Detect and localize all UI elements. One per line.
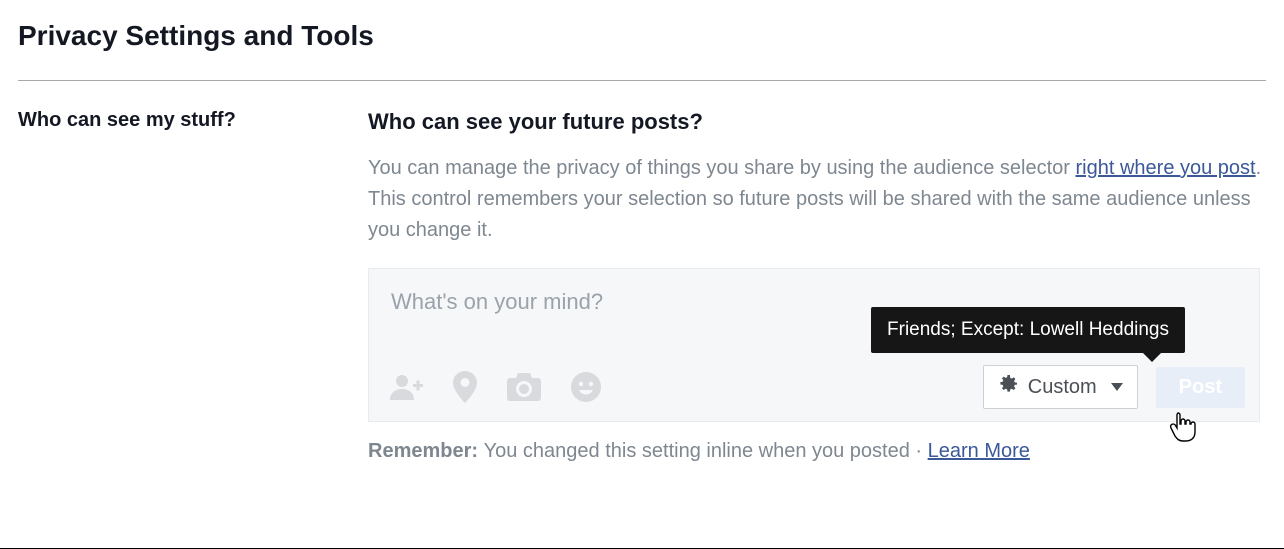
post-button[interactable]: Post (1156, 367, 1245, 408)
remember-text: You changed this setting inline when you… (484, 440, 910, 462)
learn-more-link[interactable]: Learn More (928, 440, 1030, 462)
composer-icons (383, 371, 601, 403)
audience-label: Custom (1028, 376, 1097, 399)
emoji-icon[interactable] (571, 372, 601, 402)
privacy-settings-page: Privacy Settings and Tools Who can see m… (0, 0, 1284, 549)
composer-placeholder: What's on your mind? (391, 289, 603, 314)
composer-right-controls: Friends; Except: Lowell Heddings Custom … (983, 365, 1245, 409)
camera-icon[interactable] (507, 373, 541, 401)
right-column: Who can see your future posts? You can m… (368, 109, 1266, 463)
remember-line: Remember: You changed this setting inlin… (368, 440, 1266, 463)
remember-label: Remember: (368, 440, 484, 462)
columns: Who can see my stuff? Who can see your f… (18, 81, 1266, 463)
question-heading: Who can see your future posts? (368, 109, 1266, 135)
gear-icon (998, 374, 1018, 400)
description: You can manage the privacy of things you… (368, 153, 1266, 246)
composer-toolbar: Friends; Except: Lowell Heddings Custom … (369, 355, 1259, 421)
left-column: Who can see my stuff? (18, 109, 368, 463)
remember-separator: · (910, 440, 928, 462)
audience-selector-button[interactable]: Custom (983, 365, 1138, 409)
location-icon[interactable] (453, 371, 477, 403)
description-text-1: You can manage the privacy of things you… (368, 157, 1076, 179)
right-where-you-post-link[interactable]: right where you post (1076, 157, 1256, 179)
chevron-down-icon (1111, 383, 1123, 391)
section-title: Who can see my stuff? (18, 109, 368, 132)
post-composer: What's on your mind? (368, 268, 1260, 422)
tag-people-icon[interactable] (389, 372, 423, 402)
page-title: Privacy Settings and Tools (18, 20, 1266, 52)
audience-tooltip: Friends; Except: Lowell Heddings (871, 307, 1185, 353)
